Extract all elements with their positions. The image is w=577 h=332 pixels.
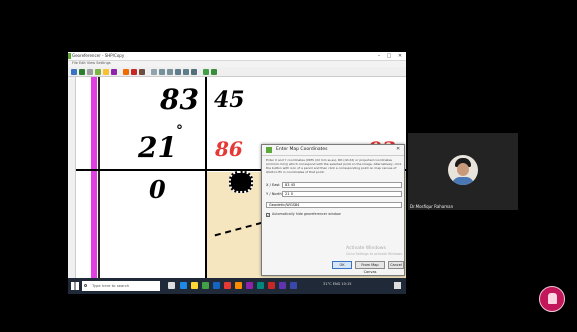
search-placeholder: Type here to search [92,283,130,288]
side-panel [68,77,76,294]
word-icon[interactable] [213,282,220,289]
chrome-icon[interactable] [224,282,231,289]
map-label: 21 [138,131,177,164]
grid-line-vertical [205,77,207,294]
avatar-shirt [452,177,474,185]
app-icon[interactable] [235,282,242,289]
checkbox-icon[interactable]: ✓ [266,213,270,217]
menu-items[interactable]: File Edit View Settings [72,61,111,65]
title-bar: Georeferencer - SHP/Copy – □ ✕ [68,52,406,61]
window-title: Georeferencer - SHP/Copy [72,53,125,58]
dialog-title: Enter Map Coordinates [276,147,328,152]
save-gcp-icon[interactable] [103,69,109,75]
move-point-icon[interactable] [139,69,145,75]
close-button[interactable]: ✕ [395,52,405,60]
dialog-close-button[interactable]: ✕ [396,146,400,152]
zoom-layer-icon[interactable] [175,69,181,75]
app-icon[interactable] [246,282,253,289]
y-north-input[interactable]: 21 0 [282,191,402,197]
pan-icon[interactable] [151,69,157,75]
dialog-title-divider [262,155,404,156]
y-north-label: Y / North [266,192,282,196]
windows-taskbar: Type here to search 31°C ENG 10:15 [68,278,406,294]
enter-map-coordinates-dialog: Enter Map Coordinates ✕ Enter X and Y co… [261,144,405,276]
avatar-face [457,163,469,176]
maximize-button[interactable]: □ [384,52,394,60]
x-east-label: X / East [266,183,280,187]
from-map-canvas-button[interactable]: From Map Canvas [355,261,385,274]
app-icon[interactable] [268,282,275,289]
participant-name: Dr.Mosfiqur Rahaman [410,204,454,209]
map-label: 45 [214,87,245,113]
task-view-icon[interactable] [168,282,175,289]
x-east-input[interactable]: 83 45 [282,182,402,188]
load-gcp-icon[interactable] [95,69,101,75]
logo-emblem [548,293,557,304]
taskbar-search-box[interactable]: Type here to search [82,281,160,291]
qgis-taskbar-icon[interactable] [202,282,209,289]
start-georef-icon[interactable] [79,69,85,75]
windows-start-icon[interactable] [71,282,79,290]
link-qgis-icon[interactable] [211,69,217,75]
participant-video-tile[interactable]: Dr.Mosfiqur Rahaman [408,133,518,210]
toolbar [68,67,406,77]
minimize-button[interactable]: – [374,52,384,60]
add-point-icon[interactable] [123,69,129,75]
map-label: 83 [160,83,199,116]
generate-script-icon[interactable] [87,69,93,75]
dialog-description: Enter X and Y coordinates (DMS (dd mm ss… [266,158,402,174]
open-raster-icon[interactable] [71,69,77,75]
zoom-last-icon[interactable] [183,69,189,75]
dialog-app-icon [266,147,272,153]
app-icon[interactable] [290,282,297,289]
app-icon [68,53,71,59]
zoom-next-icon[interactable] [191,69,197,75]
map-label: 86 [215,137,243,161]
app-icon[interactable] [257,282,264,289]
university-logo-icon [539,286,565,312]
delete-point-icon[interactable] [131,69,137,75]
zoom-out-icon[interactable] [167,69,173,75]
link-georef-icon[interactable] [203,69,209,75]
notification-icon[interactable] [394,282,401,289]
crs-select[interactable]: Geodetic/WGS84 [266,202,402,208]
cancel-button[interactable]: Cancel [388,261,404,269]
magenta-boundary-edge [98,77,100,294]
avatar-icon [448,155,478,185]
map-symbol [229,171,253,193]
search-icon [84,284,87,287]
edge-icon[interactable] [180,282,187,289]
shared-screen: Georeferencer - SHP/Copy – □ ✕ File Edit… [68,52,406,294]
watermark-title: Activate Windows [346,246,386,251]
file-explorer-icon[interactable] [191,282,198,289]
settings-icon[interactable] [111,69,117,75]
map-label: ° [176,123,183,139]
zoom-in-icon[interactable] [159,69,165,75]
map-label: 0 [149,175,166,204]
system-tray[interactable]: 31°C ENG 10:15 [323,282,352,286]
hide-window-checkbox-label: Automatically hide georeferencer window [272,212,341,216]
magenta-boundary-line [91,77,97,294]
watermark-text: Go to Settings to activate Windows. [346,252,404,256]
ok-button[interactable]: OK [332,261,352,269]
app-icon[interactable] [279,282,286,289]
